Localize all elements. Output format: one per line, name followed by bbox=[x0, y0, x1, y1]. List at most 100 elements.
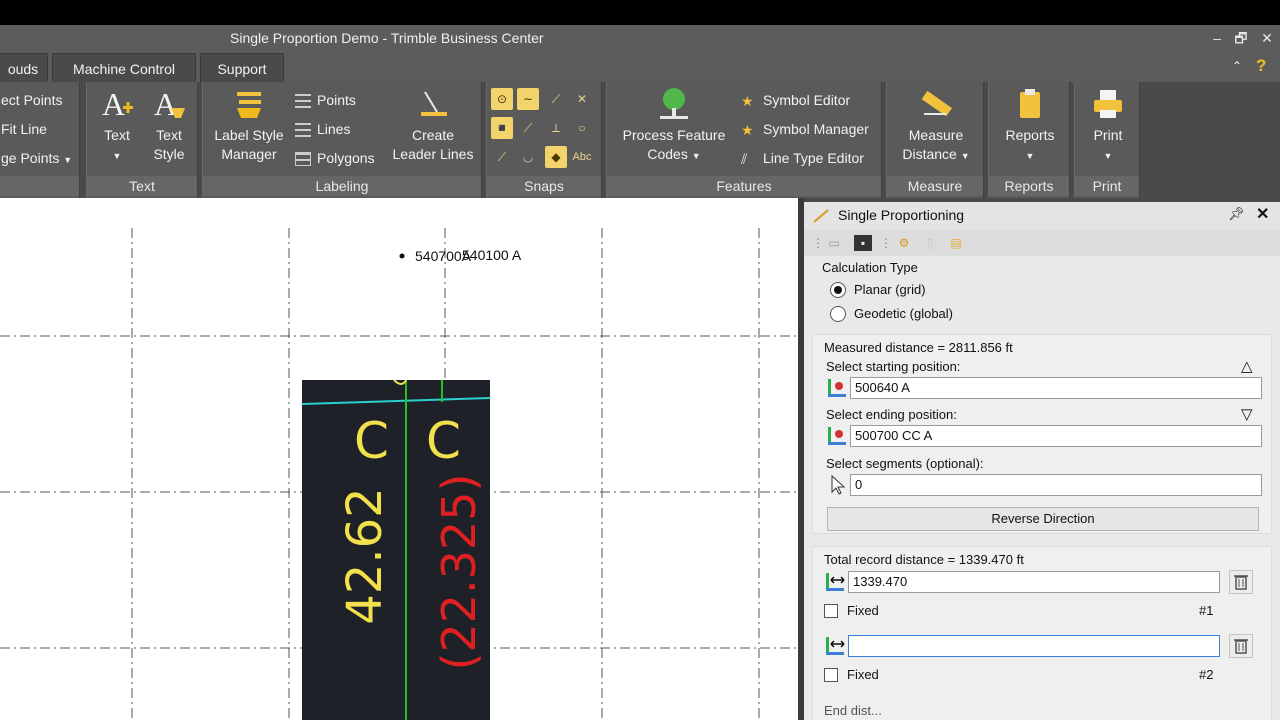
chevron-down-icon: ▼ bbox=[960, 151, 970, 161]
snap-tangent-icon[interactable]: ⟋ bbox=[491, 146, 513, 168]
label-lines-button[interactable]: Lines bbox=[295, 118, 350, 140]
print-button[interactable]: Print ▼ bbox=[1079, 86, 1137, 166]
text-button[interactable]: A Text ▼ bbox=[95, 86, 139, 166]
snap-plane-icon[interactable]: ◆ bbox=[545, 146, 567, 168]
merge-points-button[interactable]: ge Points ▼ bbox=[1, 147, 72, 169]
reports-button[interactable]: Reports ▼ bbox=[995, 86, 1065, 166]
pin-icon[interactable]: 📌︎ bbox=[1228, 206, 1245, 222]
record-distance-1-input[interactable]: 1339.470 bbox=[848, 571, 1220, 593]
snap-node-icon[interactable]: ◾ bbox=[491, 117, 513, 139]
group-label-labeling: Labeling bbox=[203, 176, 481, 196]
svg-text:A: A bbox=[102, 86, 125, 122]
snap-circle-icon[interactable]: ○ bbox=[571, 117, 593, 139]
star-icon: ★ bbox=[741, 93, 754, 110]
snap-intersection-icon[interactable]: ✕ bbox=[571, 88, 593, 110]
snap-curve-icon[interactable]: ∼ bbox=[517, 88, 539, 110]
triangle-down-icon[interactable]: ▽ bbox=[1241, 405, 1253, 423]
text-style-icon: A bbox=[154, 86, 185, 122]
segments-input[interactable]: 0 bbox=[850, 474, 1262, 496]
positions-section: Measured distance = 2811.856 ft Select s… bbox=[812, 334, 1272, 534]
select-points-button[interactable]: ect Points bbox=[1, 89, 62, 111]
text-style-label-2: Style bbox=[153, 146, 185, 162]
snap-endpoint-icon[interactable]: ⟋ bbox=[517, 117, 539, 139]
settings-icon[interactable]: ⚙ bbox=[894, 233, 914, 253]
symbol-editor-text: Symbol Editor bbox=[763, 92, 851, 108]
snaps-group: ⊙ ∼ ⟋ ✕ ◾ ⟋ ⟂ ○ ⟋ ◡ ◆ Abc Snaps bbox=[486, 82, 602, 198]
clipboard-icon[interactable]: ▤ bbox=[946, 233, 966, 253]
minimize-button[interactable]: ‒ bbox=[1206, 28, 1228, 48]
label-points-button[interactable]: Points bbox=[295, 89, 356, 111]
snap-quadrant-icon[interactable]: ◡ bbox=[517, 146, 539, 168]
group-label-partial bbox=[0, 176, 79, 196]
lines-icon bbox=[295, 123, 311, 138]
snap-angle-icon[interactable]: ⟋ bbox=[545, 88, 567, 110]
label-polygons-button[interactable]: Polygons bbox=[295, 147, 375, 169]
delete-segment-2-button[interactable] bbox=[1229, 634, 1253, 658]
reports-label: Reports bbox=[1005, 127, 1055, 143]
cad-letter-c-right: C bbox=[426, 412, 461, 470]
process-feature-codes-button[interactable]: Process Feature Codes ▼ bbox=[615, 86, 733, 166]
cursor-select-icon[interactable] bbox=[828, 474, 850, 496]
distance-icon bbox=[826, 573, 845, 591]
group-label-text: Text bbox=[87, 176, 197, 196]
create-leader-lines-button[interactable]: Create Leader Lines bbox=[389, 86, 477, 164]
label-style-manager-button[interactable]: Label Style Manager bbox=[209, 86, 289, 164]
snap-perpendicular-icon[interactable]: ⟂ bbox=[545, 117, 567, 139]
group-label-reports: Reports bbox=[989, 176, 1069, 196]
fixed-2-label: Fixed bbox=[847, 667, 879, 682]
measure-distance-button[interactable]: Measure Distance ▼ bbox=[893, 86, 979, 166]
segment-2-number: #2 bbox=[1199, 667, 1214, 682]
panel-toolbar: ⋮ ▭ ▪ ⋮ ⚙ ▯ ▤ bbox=[804, 230, 1280, 256]
end-position-input[interactable]: 500700 CC A bbox=[850, 425, 1262, 447]
calc-type-label: Calculation Type bbox=[822, 260, 918, 275]
symbol-manager-button[interactable]: ★ Symbol Manager bbox=[741, 118, 869, 140]
snap-center-icon[interactable]: ⊙ bbox=[491, 88, 513, 110]
symbol-editor-button[interactable]: ★ Symbol Editor bbox=[741, 89, 850, 111]
fixed-1-checkbox[interactable] bbox=[824, 604, 838, 618]
point-marker[interactable] bbox=[399, 253, 405, 259]
snap-text-icon[interactable]: Abc bbox=[571, 146, 593, 168]
points-group-partial: ect Points Fit Line ge Points ▼ bbox=[0, 82, 80, 198]
start-position-input[interactable]: 500640 A bbox=[850, 377, 1262, 399]
help-icon[interactable]: ? bbox=[1256, 56, 1266, 76]
record-distance-2-input[interactable] bbox=[848, 635, 1220, 657]
collapse-ribbon-icon[interactable]: ⌃ bbox=[1232, 59, 1242, 73]
cad-dimension-yellow: 42.62 bbox=[337, 487, 393, 625]
document-icon[interactable]: ▯ bbox=[920, 233, 940, 253]
triangle-up-icon[interactable]: △ bbox=[1241, 357, 1253, 375]
segment-1-number: #1 bbox=[1199, 603, 1214, 618]
print-label: Print bbox=[1093, 127, 1123, 143]
separator-icon: ▭ bbox=[828, 236, 840, 250]
measure-group: Measure Distance ▼ Measure bbox=[886, 82, 984, 198]
restore-button[interactable]: 🗗 bbox=[1230, 28, 1252, 48]
tab-machine-control[interactable]: Machine Control bbox=[52, 53, 196, 82]
delete-segment-1-button[interactable] bbox=[1229, 570, 1253, 594]
fit-line-button[interactable]: Fit Line bbox=[1, 118, 47, 140]
close-icon[interactable]: ✕ bbox=[1256, 204, 1269, 224]
label-style-manager-icon bbox=[237, 92, 261, 118]
window-title: Single Proportion Demo - Trimble Busines… bbox=[230, 30, 544, 46]
geodetic-radio[interactable] bbox=[830, 306, 846, 322]
pick-point-icon[interactable] bbox=[826, 377, 848, 399]
clipboard-icon bbox=[1020, 89, 1040, 118]
line-type-editor-button[interactable]: ⫽ Line Type Editor bbox=[741, 147, 864, 169]
end-position-label: Select ending position: bbox=[826, 407, 957, 422]
tab-support[interactable]: Support bbox=[200, 53, 284, 82]
label-style-label-1: Label Style bbox=[214, 127, 284, 143]
ruler-icon bbox=[921, 90, 952, 117]
screen-icon[interactable]: ▪ bbox=[854, 235, 872, 251]
planar-radio[interactable] bbox=[830, 282, 846, 298]
reverse-direction-button[interactable]: Reverse Direction bbox=[827, 507, 1259, 531]
pick-point-icon[interactable] bbox=[826, 425, 848, 447]
text-style-button[interactable]: A Text Style bbox=[147, 86, 191, 164]
fixed-2-checkbox[interactable] bbox=[824, 668, 838, 682]
measured-distance-text: Measured distance = 2811.856 ft bbox=[824, 340, 1013, 355]
plan-view-canvas[interactable]: 540700A 540100 A C C 42.62 (22.325) bbox=[0, 198, 798, 720]
total-record-text: Total record distance = 1339.470 ft bbox=[824, 552, 1024, 567]
close-window-button[interactable]: ✕ bbox=[1256, 28, 1278, 48]
ribbon-tab-row: ouds Machine Control Support ⌃ ? bbox=[0, 52, 1280, 82]
features-group: Process Feature Codes ▼ ★ Symbol Editor ★ S… bbox=[606, 82, 882, 198]
cad-image-region: C C 42.62 (22.325) bbox=[302, 380, 490, 720]
merge-points-label: ge Points bbox=[1, 150, 60, 166]
tab-clouds[interactable]: ouds bbox=[0, 53, 48, 82]
